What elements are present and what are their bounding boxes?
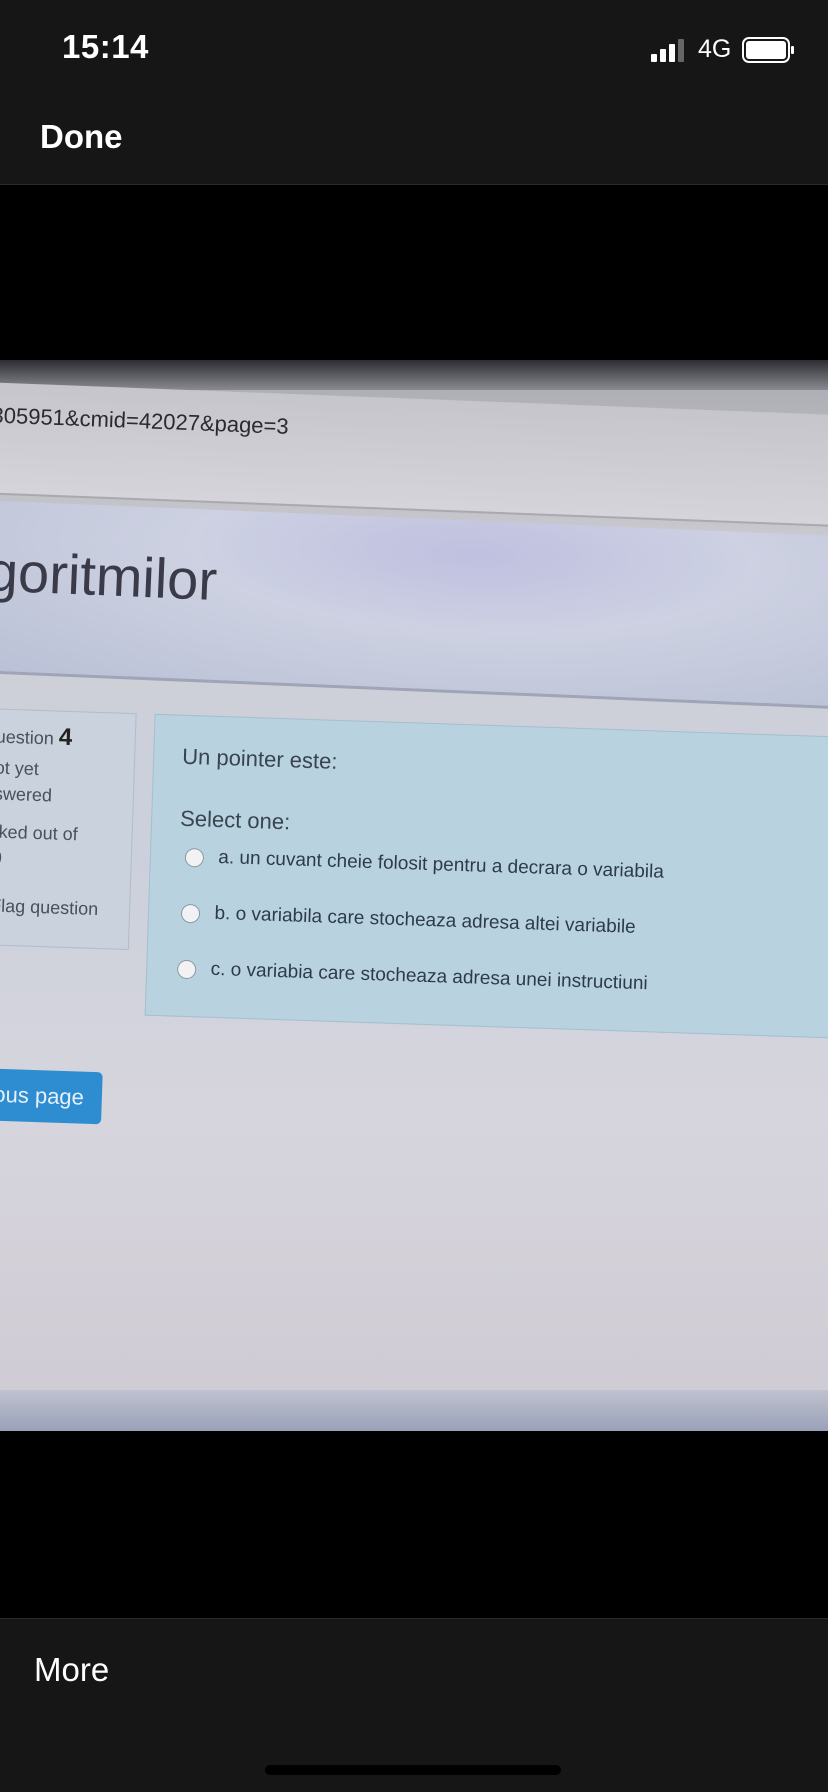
photo-image: =305951&cmid=42027&page=3 goritmilor ues… <box>0 360 828 1431</box>
network-type: 4G <box>698 35 732 63</box>
option-a-label: a. un cuvant cheie folosit pentru a decr… <box>218 846 665 883</box>
photo-viewer-screen: 15:14 4G Done =305951&cmid=42027&page=3 … <box>0 0 828 1792</box>
question-label: uestion <box>0 726 55 749</box>
course-banner: goritmilor <box>0 500 828 711</box>
more-button[interactable]: More <box>34 1651 109 1689</box>
option-a[interactable]: a. un cuvant cheie folosit pentru a decr… <box>184 846 664 890</box>
photo-monitor-bottom-edge <box>0 1390 828 1431</box>
cellular-signal-icon <box>651 39 684 62</box>
radio-button[interactable] <box>180 903 201 923</box>
question-text: Un pointer este: <box>181 743 338 774</box>
battery-icon <box>742 37 794 63</box>
previous-page-button[interactable]: evious page <box>0 1066 103 1125</box>
home-indicator <box>265 1765 561 1775</box>
status-line-2: swered <box>0 783 53 806</box>
flag-question-link[interactable]: Flag question <box>0 895 99 920</box>
radio-button[interactable] <box>184 847 205 868</box>
option-c[interactable]: c. o variabia care stocheaza adresa unei… <box>176 958 649 1002</box>
select-one-label: Select one: <box>179 805 291 835</box>
marked-line-2: 0 <box>0 847 3 868</box>
quiz-content: uestion 4 ot yet swered rked out of 0 Fl… <box>0 700 828 1431</box>
bottom-bar: More <box>0 1618 828 1792</box>
url-text: =305951&cmid=42027&page=3 <box>0 401 290 439</box>
done-button[interactable]: Done <box>40 118 123 156</box>
question-info-box: uestion 4 ot yet swered rked out of 0 Fl… <box>0 707 137 951</box>
question-number-line: uestion 4 <box>0 722 73 753</box>
status-time: 15:14 <box>62 28 149 65</box>
option-b[interactable]: b. o variabila care stocheaza adresa alt… <box>180 902 636 945</box>
radio-button[interactable] <box>176 959 197 979</box>
status-line-1: ot yet <box>0 757 40 779</box>
question-number: 4 <box>58 723 73 752</box>
top-bar: 15:14 4G Done <box>0 0 828 185</box>
question-panel: Un pointer este: Select one: a. un cuvan… <box>144 713 828 1040</box>
photo-monitor-edge <box>0 360 828 390</box>
option-b-label: b. o variabila care stocheaza adresa alt… <box>214 902 637 938</box>
option-c-label: c. o variabia care stocheaza adresa unei… <box>210 958 649 995</box>
course-title: goritmilor <box>0 539 219 612</box>
marked-line-1: rked out of <box>0 821 78 845</box>
